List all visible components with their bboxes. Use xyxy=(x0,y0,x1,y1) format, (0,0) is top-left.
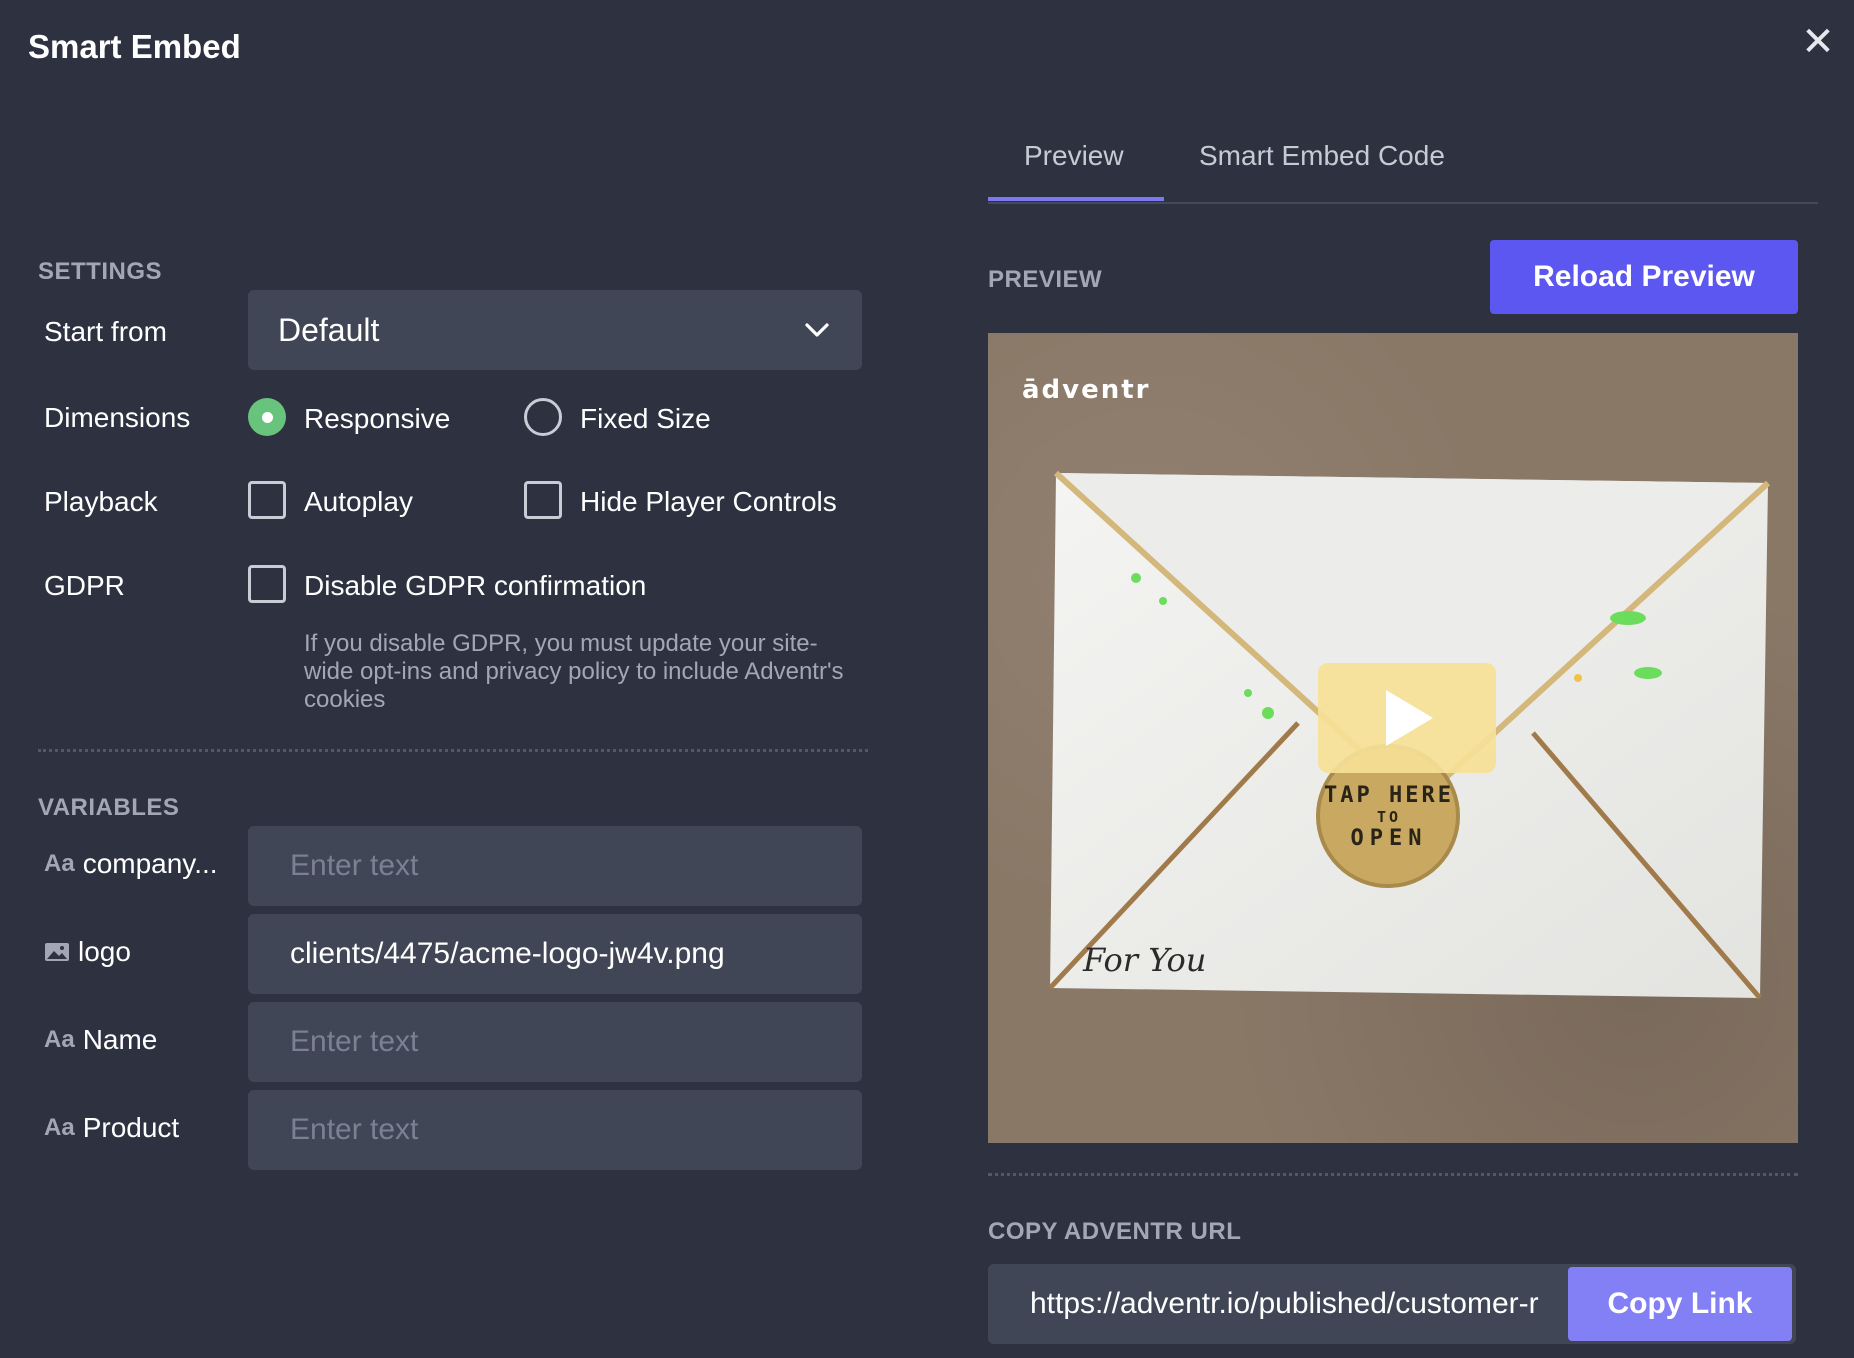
responsive-label: Responsive xyxy=(304,403,451,434)
preview-heading: PREVIEW xyxy=(988,266,1103,293)
dialog-title: Smart Embed xyxy=(28,28,241,65)
envelope-handwriting: For You xyxy=(1083,941,1207,979)
settings-divider xyxy=(38,749,868,752)
play-icon xyxy=(1386,690,1433,746)
variable-label-logo: logo xyxy=(44,936,131,968)
seal-text: TAP HERE TO OPEN xyxy=(1318,783,1460,851)
video-preview[interactable]: ādventr TAP HERE TO OPEN For You xyxy=(988,333,1798,1143)
preview-divider xyxy=(988,1173,1798,1176)
variable-label-name: Aa Name xyxy=(44,1024,157,1056)
autoplay-checkbox[interactable] xyxy=(248,481,286,519)
variable-name: logo xyxy=(78,936,131,967)
company-input[interactable]: Enter text xyxy=(248,826,862,906)
text-type-icon: Aa xyxy=(44,850,75,877)
copy-url-heading: COPY ADVENTR URL xyxy=(988,1218,1242,1245)
logo-input[interactable]: clients/4475/acme-logo-jw4v.png xyxy=(248,914,862,994)
gdpr-label: GDPR xyxy=(44,570,125,601)
gdpr-help-text: If you disable GDPR, you must update you… xyxy=(304,630,844,713)
seal-line-top: TAP HERE xyxy=(1324,783,1454,808)
tab-bar-line xyxy=(988,202,1818,204)
start-from-value: Default xyxy=(278,311,380,348)
tab-preview[interactable]: Preview xyxy=(1024,140,1124,172)
variable-name: Product xyxy=(82,1112,180,1143)
responsive-radio[interactable] xyxy=(248,398,286,436)
chevron-down-icon xyxy=(805,323,829,337)
copy-url-field: https://adventr.io/published/customer-r … xyxy=(988,1264,1796,1344)
product-input[interactable]: Enter text xyxy=(248,1090,862,1170)
variable-label-company: Aa company... xyxy=(44,848,218,880)
settings-heading: SETTINGS xyxy=(38,258,163,285)
variables-heading: VARIABLES xyxy=(38,794,180,821)
playback-label: Playback xyxy=(44,486,158,517)
seal-line-bottom: OPEN xyxy=(1350,826,1428,851)
start-from-select[interactable]: Default xyxy=(248,290,862,370)
hide-controls-checkbox[interactable] xyxy=(524,481,562,519)
dimensions-label: Dimensions xyxy=(44,402,191,433)
disable-gdpr-label: Disable GDPR confirmation xyxy=(304,570,647,601)
start-from-label: Start from xyxy=(44,316,167,347)
close-icon[interactable]: ✕ xyxy=(1800,22,1836,62)
variable-name: company... xyxy=(82,848,218,879)
fixed-size-label: Fixed Size xyxy=(580,403,711,434)
reload-preview-button[interactable]: Reload Preview xyxy=(1490,240,1798,314)
autoplay-label: Autoplay xyxy=(304,486,413,517)
active-tab-indicator xyxy=(988,197,1164,201)
adventr-url-input[interactable]: https://adventr.io/published/customer-r xyxy=(1030,1264,1550,1344)
text-type-icon: Aa xyxy=(44,1026,75,1053)
copy-link-button[interactable]: Copy Link xyxy=(1568,1267,1792,1341)
fixed-size-radio[interactable] xyxy=(524,398,562,436)
image-icon xyxy=(45,943,69,961)
variable-name: Name xyxy=(82,1024,158,1055)
name-input[interactable]: Enter text xyxy=(248,1002,862,1082)
hide-controls-label: Hide Player Controls xyxy=(580,486,837,517)
seal-line-mid: TO xyxy=(1376,808,1402,826)
text-type-icon: Aa xyxy=(44,1114,75,1141)
disable-gdpr-checkbox[interactable] xyxy=(248,565,286,603)
variable-label-product: Aa Product xyxy=(44,1112,179,1144)
play-button[interactable] xyxy=(1318,663,1496,773)
tab-smart-embed-code[interactable]: Smart Embed Code xyxy=(1199,140,1445,172)
